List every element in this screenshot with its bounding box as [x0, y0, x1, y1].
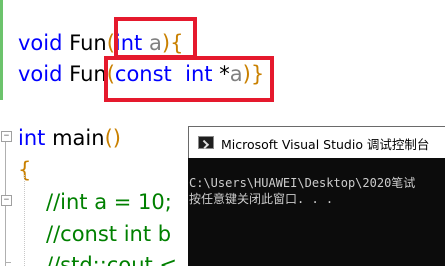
console-titlebar[interactable]: Microsoft Visual Studio 调试控制台	[188, 126, 445, 158]
collapse-toggle-comment[interactable]: −	[1, 195, 12, 206]
comment: //int a = 10;	[46, 190, 172, 214]
keyword-void: void	[18, 31, 63, 55]
console-output-line-1: C:\Users\HUAWEI\Desktop\2020笔试	[189, 176, 416, 190]
highlight-box-int-param	[114, 17, 197, 59]
code-line-6[interactable]: //const int b	[46, 221, 171, 247]
outline-tick	[5, 262, 11, 263]
collapse-toggle-main[interactable]: −	[1, 131, 12, 142]
comment: //std::cout <	[46, 253, 178, 266]
code-line-3[interactable]: int main()	[18, 125, 121, 151]
highlight-box-const-int-param	[104, 56, 274, 102]
indent-guide	[24, 175, 25, 266]
comment: //const int b	[46, 222, 172, 246]
console-output-line-2: 按任意键关闭此窗口. . .	[189, 192, 334, 206]
function-name: Fun	[69, 62, 107, 86]
change-indicator-bar	[0, 0, 3, 100]
parens: ()	[104, 126, 121, 150]
console-app-icon	[198, 136, 214, 149]
console-title: Microsoft Visual Studio 调试控制台	[221, 137, 430, 152]
function-name: Fun	[69, 31, 107, 55]
debug-console-window[interactable]: Microsoft Visual Studio 调试控制台 C:\Users\H…	[188, 126, 445, 266]
keyword-int: int	[18, 126, 46, 150]
code-line-7[interactable]: //std::cout <	[46, 252, 177, 266]
keyword-void: void	[18, 62, 63, 86]
console-output: C:\Users\HUAWEI\Desktop\2020笔试 按任意键关闭此窗口…	[188, 175, 415, 207]
code-line-5[interactable]: //int a = 10;	[46, 189, 172, 215]
function-name: main	[52, 126, 105, 150]
